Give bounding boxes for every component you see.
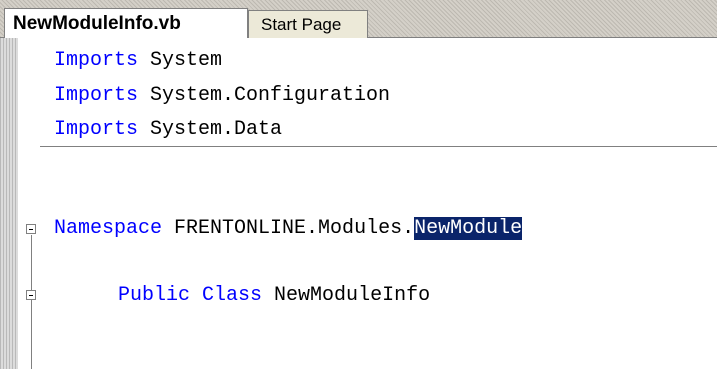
code-text: System <box>138 49 223 72</box>
keyword-public: Public <box>118 284 191 307</box>
keyword-namespace: Namespace <box>54 217 163 240</box>
collapse-namespace-icon[interactable] <box>26 224 36 234</box>
code-text: NewModuleInfo <box>262 284 431 307</box>
outline-guide <box>31 235 32 369</box>
code-line-2[interactable]: Imports System.Configuration <box>54 84 390 108</box>
tab-strip: NewModuleInfo.vb Start Page <box>0 0 717 38</box>
keyword-imports: Imports <box>54 84 139 107</box>
tab-start-page[interactable]: Start Page <box>248 10 368 38</box>
code-text: System.Configuration <box>138 84 391 107</box>
keyword-imports: Imports <box>54 118 139 141</box>
imports-separator <box>40 146 717 147</box>
editor-gutter <box>0 38 18 369</box>
code-line-3[interactable]: Imports System.Data <box>54 118 282 142</box>
tab-newmoduleinfo[interactable]: NewModuleInfo.vb <box>4 8 248 38</box>
keyword-imports: Imports <box>54 49 139 72</box>
keyword-class: Class <box>202 284 263 307</box>
code-text: System.Data <box>138 118 283 141</box>
code-line-class[interactable]: Public Class NewModuleInfo <box>118 284 430 308</box>
code-text: FRENTONLINE.Modules. <box>162 217 415 240</box>
tab-label: NewModuleInfo.vb <box>13 12 181 34</box>
code-line-namespace[interactable]: Namespace FRENTONLINE.Modules.NewModule <box>54 217 523 241</box>
collapse-class-icon[interactable] <box>26 290 36 300</box>
code-line-1[interactable]: Imports System <box>54 49 222 73</box>
tab-label: Start Page <box>261 14 342 34</box>
selected-text: NewModule <box>414 217 523 240</box>
